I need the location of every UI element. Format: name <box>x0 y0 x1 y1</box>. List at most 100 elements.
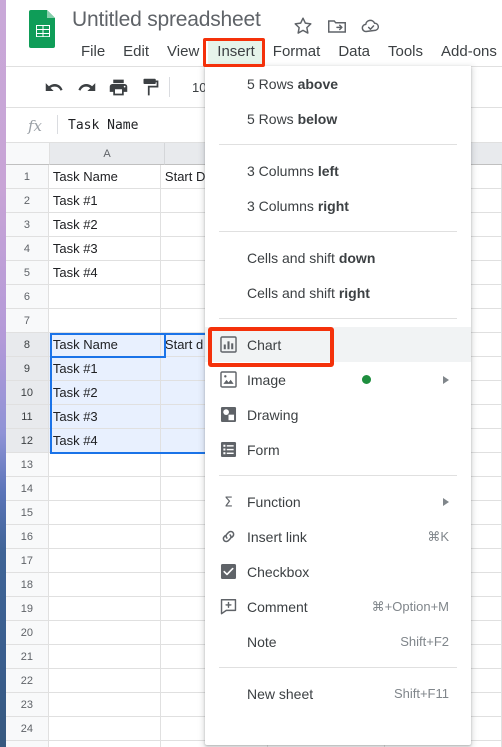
cell-A20[interactable] <box>48 621 161 645</box>
cell-A16[interactable] <box>48 525 161 549</box>
print-icon[interactable] <box>108 77 129 98</box>
cell-A11[interactable]: Task #3 <box>48 405 161 429</box>
menu-item-label: New sheet <box>247 685 314 702</box>
row-header-4[interactable]: 4 <box>6 237 49 261</box>
insert-menu-item-comment[interactable]: Comment ⌘+Option+M <box>205 589 471 624</box>
cell-A25[interactable] <box>48 741 161 747</box>
insert-menu-item-rows-below[interactable]: 5 Rows below <box>205 101 471 136</box>
insert-menu-item-new-sheet[interactable]: New sheet Shift+F11 <box>205 676 471 711</box>
row-header-2[interactable]: 2 <box>6 189 49 213</box>
cell-A10[interactable]: Task #2 <box>48 381 161 405</box>
insert-menu-item-columns-left[interactable]: 3 Columns left <box>205 153 471 188</box>
menu-item-edit[interactable]: Edit <box>114 40 158 64</box>
paint-format-icon[interactable] <box>140 77 161 98</box>
app-header: Untitled spreadsheet File Edit View Inse… <box>6 0 502 66</box>
insert-menu-item-cells-shift-right[interactable]: Cells and shift right <box>205 275 471 310</box>
row-header-9[interactable]: 9 <box>6 357 49 381</box>
insert-menu-item-cells-shift-down[interactable]: Cells and shift down <box>205 240 471 275</box>
menu-item-wrapper: Chart <box>205 327 471 367</box>
row-header-10[interactable]: 10 <box>6 381 49 405</box>
row-header-20[interactable]: 20 <box>6 621 49 645</box>
row-header-3[interactable]: 3 <box>6 213 49 237</box>
insert-menu-item-columns-right[interactable]: 3 Columns right <box>205 188 471 223</box>
new-feature-dot-icon <box>362 375 371 384</box>
row-header-22[interactable]: 22 <box>6 669 49 693</box>
cell-A2[interactable]: Task #1 <box>48 189 161 213</box>
cloud-saved-icon[interactable] <box>360 15 382 37</box>
insert-menu-item-drawing[interactable]: Drawing <box>205 397 471 432</box>
insert-menu-item-insert-link[interactable]: Insert link ⌘K <box>205 519 471 554</box>
menu-item-file[interactable]: File <box>72 40 114 64</box>
cell-A5[interactable]: Task #4 <box>48 261 161 285</box>
menu-item-wrapper: Image <box>205 362 471 397</box>
cell-A13[interactable] <box>48 453 161 477</box>
column-header-a[interactable]: A <box>50 143 165 165</box>
row-header-16[interactable]: 16 <box>6 525 49 549</box>
row-header-21[interactable]: 21 <box>6 645 49 669</box>
undo-icon[interactable] <box>44 77 65 98</box>
sheets-app-window: Untitled spreadsheet File Edit View Inse… <box>0 0 502 747</box>
menu-item-view[interactable]: View <box>158 40 208 64</box>
row-header-14[interactable]: 14 <box>6 477 49 501</box>
cell-A7[interactable] <box>48 309 161 333</box>
cell-A8[interactable]: Task Name <box>48 333 161 357</box>
menu-item-label: Function <box>247 493 301 510</box>
select-all-corner[interactable] <box>6 143 50 165</box>
formula-input[interactable]: Task Name <box>68 118 138 133</box>
redo-icon[interactable] <box>76 77 97 98</box>
menu-item-insert[interactable]: Insert <box>208 40 264 64</box>
row-header-6[interactable]: 6 <box>6 285 49 309</box>
document-title[interactable]: Untitled spreadsheet <box>72 8 261 32</box>
menu-item-addons[interactable]: Add-ons <box>432 40 502 64</box>
menu-separator <box>219 667 457 668</box>
row-header-11[interactable]: 11 <box>6 405 49 429</box>
cell-A1[interactable]: Task Name <box>48 165 161 189</box>
row-header-24[interactable]: 24 <box>6 717 49 741</box>
insert-menu-item-function[interactable]: Σ Function <box>205 484 471 519</box>
cell-A21[interactable] <box>48 645 161 669</box>
menu-item-wrapper: 5 Rows below <box>205 101 471 136</box>
cell-A9[interactable]: Task #1 <box>48 357 161 381</box>
cell-A6[interactable] <box>48 285 161 309</box>
menu-item-format[interactable]: Format <box>264 40 330 64</box>
row-header-13[interactable]: 13 <box>6 453 49 477</box>
cell-A14[interactable] <box>48 477 161 501</box>
cell-A17[interactable] <box>48 549 161 573</box>
cell-A22[interactable] <box>48 669 161 693</box>
row-header-1[interactable]: 1 <box>6 165 49 189</box>
checkbox-icon <box>219 562 247 581</box>
insert-menu-item-image[interactable]: Image <box>205 362 471 397</box>
cell-A18[interactable] <box>48 573 161 597</box>
row-header-25[interactable]: 25 <box>6 741 49 747</box>
insert-menu-item-form[interactable]: Form <box>205 432 471 467</box>
insert-menu-item-note[interactable]: Note Shift+F2 <box>205 624 471 659</box>
insert-menu-item-rows-above[interactable]: 5 Rows above <box>205 66 471 101</box>
submenu-arrow-icon <box>443 497 449 506</box>
cell-A23[interactable] <box>48 693 161 717</box>
cell-A3[interactable]: Task #2 <box>48 213 161 237</box>
cell-A15[interactable] <box>48 501 161 525</box>
cell-A24[interactable] <box>48 717 161 741</box>
menu-item-label: Comment <box>247 598 308 615</box>
cell-A19[interactable] <box>48 597 161 621</box>
row-header-12[interactable]: 12 <box>6 429 49 453</box>
insert-menu-item-chart[interactable]: Chart <box>205 327 471 362</box>
menu-item-data[interactable]: Data <box>329 40 379 64</box>
row-header-8[interactable]: 8 <box>6 333 49 357</box>
move-to-folder-icon[interactable] <box>326 15 348 37</box>
cell-A12[interactable]: Task #4 <box>48 429 161 453</box>
row-header-15[interactable]: 15 <box>6 501 49 525</box>
menu-item-wrapper: Checkbox <box>205 554 471 589</box>
drawing-icon <box>219 405 247 424</box>
row-header-7[interactable]: 7 <box>6 309 49 333</box>
cell-A4[interactable]: Task #3 <box>48 237 161 261</box>
row-header-17[interactable]: 17 <box>6 549 49 573</box>
fx-icon: fx <box>28 117 43 135</box>
star-icon[interactable] <box>292 15 314 37</box>
row-header-23[interactable]: 23 <box>6 693 49 717</box>
row-header-5[interactable]: 5 <box>6 261 49 285</box>
menu-item-tools[interactable]: Tools <box>379 40 432 64</box>
row-header-18[interactable]: 18 <box>6 573 49 597</box>
insert-menu-item-checkbox[interactable]: Checkbox <box>205 554 471 589</box>
row-header-19[interactable]: 19 <box>6 597 49 621</box>
